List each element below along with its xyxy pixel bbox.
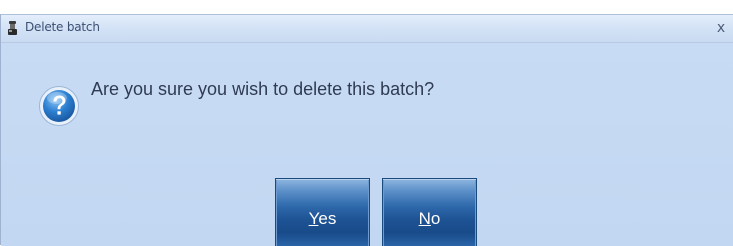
no-button-label: No	[418, 209, 441, 228]
confirmation-message: Are you sure you wish to delete this bat…	[91, 79, 435, 99]
no-button[interactable]: No	[382, 178, 477, 246]
yes-button[interactable]: Yes	[275, 178, 370, 246]
title-bar[interactable]: Delete batch x	[1, 15, 733, 43]
question-icon	[38, 85, 80, 127]
dialog-content: Are you sure you wish to delete this bat…	[1, 43, 733, 246]
close-button[interactable]: x	[711, 17, 731, 39]
window-title: Delete batch	[25, 20, 100, 34]
yes-button-label: Yes	[308, 209, 337, 228]
delete-batch-dialog: Delete batch x Are you sure you wish to …	[0, 14, 733, 246]
app-icon	[7, 21, 18, 36]
